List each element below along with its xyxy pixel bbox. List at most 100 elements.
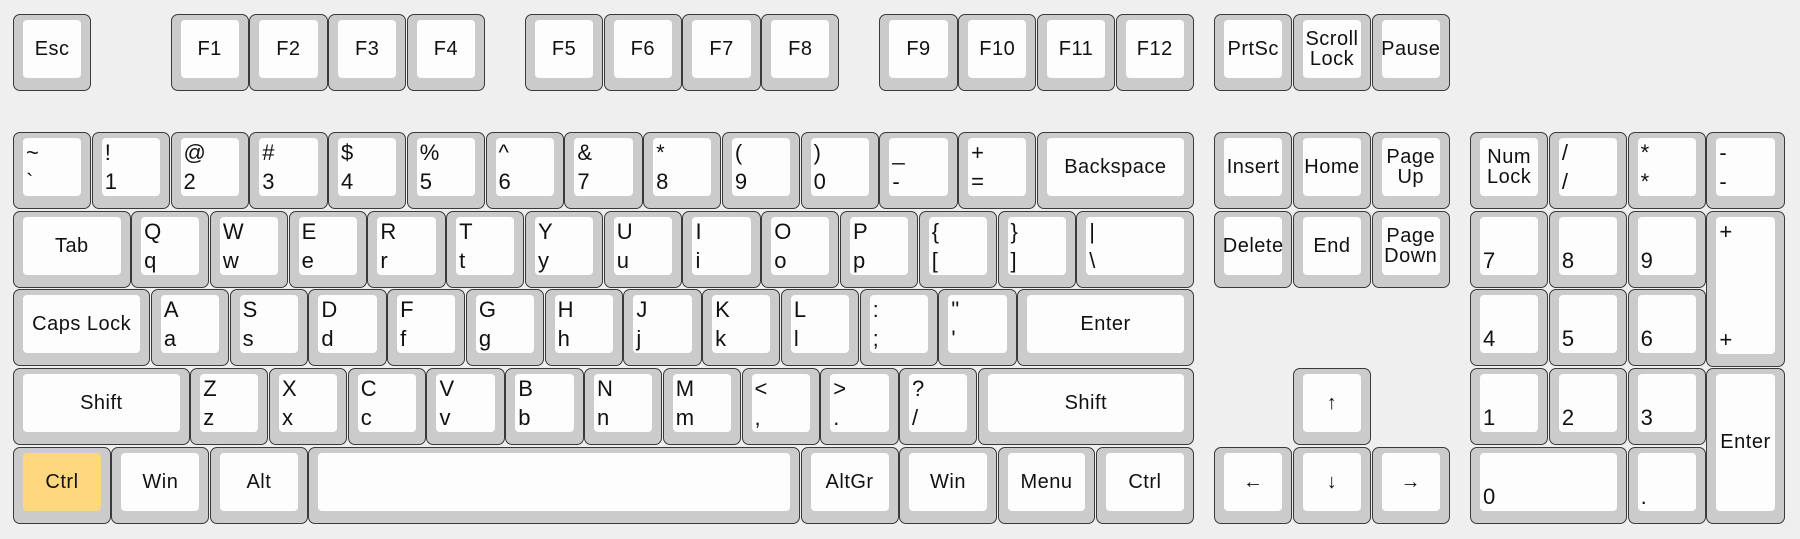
key-numpad-sym[interactable]: + +: [1706, 211, 1785, 367]
key-g[interactable]: Gg: [465, 289, 545, 366]
key-sym[interactable]: :;: [859, 289, 938, 366]
key-f5[interactable]: F5: [524, 14, 604, 91]
key-sym[interactable]: <,: [741, 368, 820, 445]
key-4[interactable]: $4: [328, 132, 407, 209]
key-f12[interactable]: F12: [1115, 14, 1194, 91]
key-numpad-sym[interactable]: * *: [1627, 132, 1706, 209]
key-2[interactable]: @2: [170, 132, 249, 209]
key-numpad-sym[interactable]: --: [1706, 132, 1785, 209]
key-alt[interactable]: Alt: [209, 447, 308, 524]
key-space[interactable]: [308, 447, 801, 524]
key-numpad-sym[interactable]: .: [1627, 447, 1706, 524]
key-shift[interactable]: Shift: [977, 368, 1194, 445]
key-symbol-9[interactable]: →: [1371, 447, 1450, 524]
key-h[interactable]: Hh: [544, 289, 623, 366]
key-tab[interactable]: Tab: [13, 211, 131, 288]
key-q[interactable]: Qq: [131, 211, 210, 288]
key-symbol-8[interactable]: ↓: [1292, 447, 1372, 524]
key-y[interactable]: Yy: [524, 211, 604, 288]
key-n[interactable]: Nn: [584, 368, 663, 445]
key-numpad-sym[interactable]: / /: [1548, 132, 1628, 209]
key-sym[interactable]: ~ `: [13, 132, 92, 209]
key-scroll-lock[interactable]: Scroll Lock: [1292, 14, 1372, 91]
key-o[interactable]: Oo: [761, 211, 840, 288]
key-a[interactable]: Aa: [150, 289, 230, 366]
key-numpad-num-lock[interactable]: Num Lock: [1470, 132, 1549, 209]
key-9[interactable]: (9: [721, 132, 801, 209]
key-menu[interactable]: Menu: [997, 447, 1096, 524]
key-f[interactable]: Ff: [387, 289, 466, 366]
key-sym[interactable]: }]: [997, 211, 1076, 288]
key-b[interactable]: Bb: [505, 368, 584, 445]
key-k[interactable]: Kk: [702, 289, 781, 366]
key-sym[interactable]: {[: [918, 211, 997, 288]
key-f2[interactable]: F2: [249, 14, 328, 91]
key-pause[interactable]: Pause: [1371, 14, 1450, 91]
key-c[interactable]: Cc: [347, 368, 426, 445]
key-6[interactable]: ^ 6: [485, 132, 564, 209]
key-e[interactable]: Ee: [288, 211, 367, 288]
key-0[interactable]: ) 0: [800, 132, 879, 209]
key-win[interactable]: Win: [111, 447, 210, 524]
key-f3[interactable]: F3: [328, 14, 407, 91]
key-enter[interactable]: Enter: [1017, 289, 1194, 366]
key-r[interactable]: Rr: [367, 211, 446, 288]
key-numpad-0[interactable]: 0: [1470, 447, 1628, 524]
key-x[interactable]: Xx: [268, 368, 348, 445]
key-ctrl[interactable]: Ctrl: [13, 447, 111, 524]
key-numpad-5[interactable]: 5: [1548, 289, 1628, 366]
key-f6[interactable]: F6: [603, 14, 682, 91]
key-sym[interactable]: >.: [820, 368, 899, 445]
key-8[interactable]: * 8: [643, 132, 722, 209]
key-caps-lock[interactable]: Caps Lock: [13, 289, 151, 366]
key-3[interactable]: #3: [249, 132, 328, 209]
key-backspace[interactable]: Backspace: [1036, 132, 1194, 209]
key-delete[interactable]: Delete: [1214, 211, 1293, 288]
key-sym[interactable]: ? /: [899, 368, 978, 445]
key-win[interactable]: Win: [899, 447, 997, 524]
key-numpad-4[interactable]: 4: [1470, 289, 1549, 366]
key-7[interactable]: & 7: [564, 132, 643, 209]
key-v[interactable]: Vv: [426, 368, 505, 445]
key-end[interactable]: End: [1292, 211, 1372, 288]
key-i[interactable]: Ii: [682, 211, 761, 288]
key-5[interactable]: % 5: [406, 132, 486, 209]
key-prtsc[interactable]: PrtSc: [1214, 14, 1293, 91]
key-altgr[interactable]: AltGr: [800, 447, 899, 524]
key-sym[interactable]: + =: [958, 132, 1037, 209]
key-u[interactable]: Uu: [603, 211, 682, 288]
key-s[interactable]: Ss: [229, 289, 308, 366]
key-numpad-2[interactable]: 2: [1548, 368, 1628, 445]
key-sym[interactable]: | \: [1076, 211, 1194, 288]
key-f1[interactable]: F1: [170, 14, 249, 91]
key-page-up[interactable]: Page Up: [1371, 132, 1450, 209]
key-1[interactable]: ! 1: [91, 132, 170, 209]
key-symbol-6[interactable]: ↑: [1292, 368, 1372, 445]
key-sym[interactable]: _ -: [879, 132, 958, 209]
key-home[interactable]: Home: [1292, 132, 1372, 209]
key-sym[interactable]: " ': [938, 289, 1017, 366]
key-numpad-7[interactable]: 7: [1470, 211, 1549, 288]
key-d[interactable]: Dd: [308, 289, 387, 366]
key-t[interactable]: Tt: [446, 211, 525, 288]
key-f7[interactable]: F7: [682, 14, 761, 91]
key-j[interactable]: Jj: [623, 289, 702, 366]
key-numpad-9[interactable]: 9: [1627, 211, 1706, 288]
key-w[interactable]: Ww: [209, 211, 289, 288]
key-f11[interactable]: F11: [1036, 14, 1116, 91]
key-numpad-1[interactable]: 1: [1470, 368, 1549, 445]
key-esc[interactable]: Esc: [13, 14, 92, 91]
key-symbol-7[interactable]: ←: [1214, 447, 1293, 524]
key-f9[interactable]: F9: [879, 14, 958, 91]
key-numpad-6[interactable]: 6: [1627, 289, 1706, 366]
key-numpad-8[interactable]: 8: [1548, 211, 1628, 288]
key-f8[interactable]: F8: [761, 14, 840, 91]
key-f10[interactable]: F10: [958, 14, 1037, 91]
key-l[interactable]: Ll: [780, 289, 860, 366]
key-shift[interactable]: Shift: [13, 368, 190, 445]
key-numpad-enter[interactable]: Enter: [1706, 368, 1785, 524]
key-ctrl[interactable]: Ctrl: [1095, 447, 1194, 524]
key-f4[interactable]: F4: [406, 14, 486, 91]
key-numpad-3[interactable]: 3: [1627, 368, 1706, 445]
key-insert[interactable]: Insert: [1214, 132, 1293, 209]
